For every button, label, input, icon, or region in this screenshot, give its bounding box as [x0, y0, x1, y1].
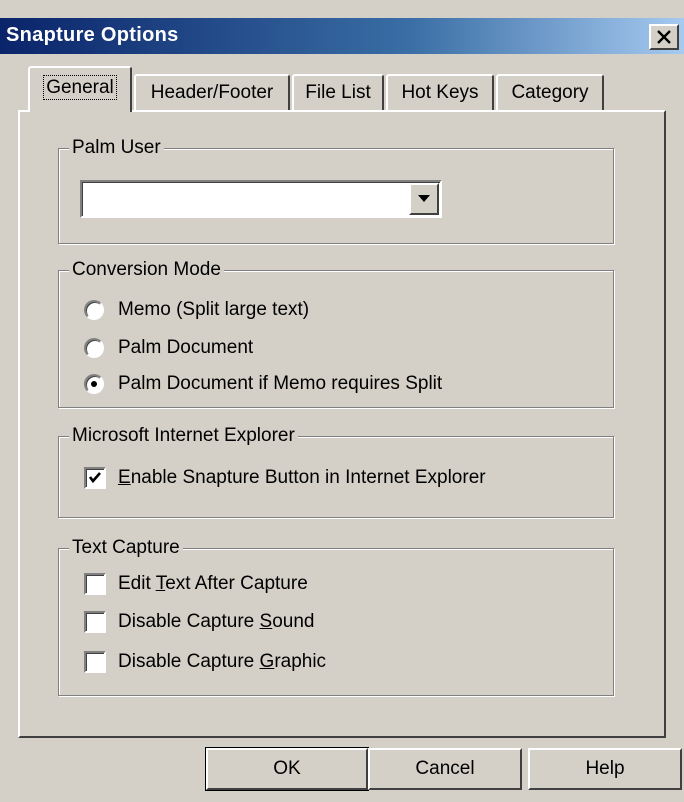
radio-palm-document-if-split-label: Palm Document if Memo requires Split	[118, 373, 443, 394]
conversion-mode-legend: Conversion Mode	[69, 258, 224, 282]
tab-file-list-label: File List	[305, 82, 371, 103]
checkmark-icon	[88, 472, 101, 484]
ok-button[interactable]: OK	[205, 747, 369, 791]
chevron-down-icon	[418, 195, 430, 202]
radio-palm-document-label: Palm Document	[118, 337, 254, 358]
tab-category[interactable]: Category	[496, 74, 604, 112]
window-title: Snapture Options	[6, 24, 179, 46]
cancel-button[interactable]: Cancel	[368, 748, 522, 790]
checkbox[interactable]	[84, 611, 106, 633]
checkbox[interactable]	[84, 573, 106, 595]
close-button[interactable]	[649, 24, 679, 50]
radio-button-selected[interactable]	[84, 374, 104, 394]
checkbox[interactable]	[84, 651, 106, 673]
radio-dot-icon	[91, 381, 97, 387]
tab-general[interactable]: General	[28, 66, 132, 112]
edit-text-after-capture-label: Edit Text After Capture	[118, 573, 308, 594]
disable-capture-sound-label: Disable Capture Sound	[118, 611, 315, 632]
tab-header-footer-label: Header/Footer	[150, 82, 274, 103]
tab-hot-keys-label: Hot Keys	[401, 82, 479, 103]
disable-capture-graphic-label: Disable Capture Graphic	[118, 651, 327, 672]
radio-button[interactable]	[84, 300, 104, 320]
text-capture-legend: Text Capture	[69, 536, 183, 560]
help-button[interactable]: Help	[528, 748, 682, 790]
tab-header-footer[interactable]: Header/Footer	[134, 74, 290, 112]
enable-snapture-button-label: Enable Snapture Button in Internet Explo…	[118, 467, 486, 488]
close-icon	[657, 30, 671, 44]
title-bar: Snapture Options	[0, 18, 684, 54]
radio-button[interactable]	[84, 338, 104, 358]
ie-legend: Microsoft Internet Explorer	[69, 424, 298, 448]
palm-user-dropdown[interactable]	[80, 180, 442, 218]
checkbox[interactable]	[84, 467, 106, 489]
palm-user-legend: Palm User	[69, 136, 164, 160]
radio-memo-label: Memo (Split large text)	[118, 299, 310, 320]
tab-file-list[interactable]: File List	[292, 74, 384, 112]
tab-hot-keys[interactable]: Hot Keys	[386, 74, 494, 112]
tab-general-label: General	[43, 75, 117, 100]
dropdown-button[interactable]	[409, 183, 439, 215]
tab-category-label: Category	[511, 82, 589, 103]
